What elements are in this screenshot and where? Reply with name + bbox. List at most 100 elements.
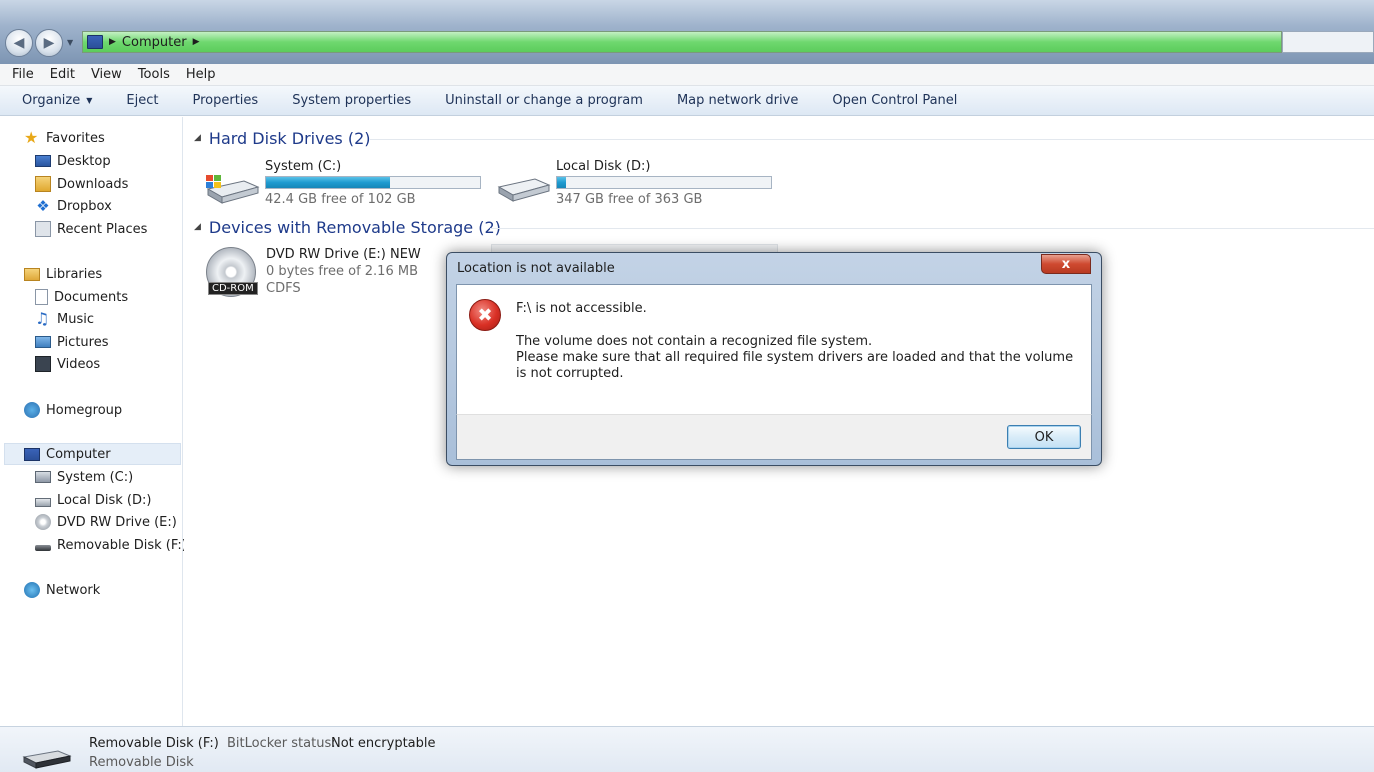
libraries-icon — [24, 267, 40, 281]
group-header-removable[interactable]: ◢ Devices with Removable Storage (2) — [194, 216, 501, 238]
collapse-triangle-icon[interactable]: ◢ — [194, 222, 201, 232]
map-network-drive-button[interactable]: Map network drive — [677, 93, 798, 108]
sidebar-label: Dropbox — [57, 198, 112, 214]
pictures-icon — [35, 336, 51, 348]
caret-down-icon: ▼ — [86, 96, 93, 105]
drive-tile-e[interactable]: CD-ROM DVD RW Drive (E:) NEW 0 bytes fre… — [204, 247, 444, 299]
dialog-footer: OK — [456, 414, 1092, 460]
computer-icon — [24, 447, 40, 461]
removable-disk-icon — [22, 750, 72, 769]
sidebar-label: Libraries — [46, 266, 103, 282]
navigation-pane: ★ Favorites Desktop Downloads ❖ Dropbox … — [0, 117, 187, 726]
drive-tile-d[interactable]: Local Disk (D:) 347 GB free of 363 GB — [495, 159, 775, 209]
sidebar-item-drive-f[interactable]: Removable Disk (F:) — [35, 535, 187, 555]
sidebar-label: Pictures — [57, 334, 109, 350]
cd-rom-badge: CD-ROM — [208, 282, 258, 295]
eject-button[interactable]: Eject — [126, 93, 158, 108]
hard-drive-icon — [497, 178, 551, 202]
sidebar-item-desktop[interactable]: Desktop — [35, 151, 111, 171]
windows-drive-icon — [35, 471, 51, 483]
forward-arrow-icon: ▶ — [43, 35, 55, 51]
uninstall-button[interactable]: Uninstall or change a program — [445, 93, 643, 108]
error-icon: ✖ — [469, 299, 501, 331]
menu-help[interactable]: Help — [186, 67, 216, 82]
removable-disk-icon — [35, 545, 51, 551]
sidebar-item-libraries[interactable]: Libraries — [24, 264, 102, 284]
system-properties-button[interactable]: System properties — [292, 93, 411, 108]
address-path[interactable]: Computer — [122, 35, 187, 50]
sidebar-item-documents[interactable]: Documents — [35, 287, 128, 307]
sidebar-item-drive-c[interactable]: System (C:) — [35, 467, 133, 487]
menu-view[interactable]: View — [91, 67, 122, 82]
group-header-hard-disks[interactable]: ◢ Hard Disk Drives (2) — [194, 127, 371, 149]
recent-pages-dropdown[interactable]: ▼ — [67, 38, 73, 47]
close-icon: x — [1061, 256, 1071, 272]
sidebar-label: Downloads — [57, 176, 129, 192]
group-title: Devices with Removable Storage (2) — [208, 217, 501, 237]
address-bar[interactable]: ▶ Computer ▶ — [82, 31, 1282, 53]
group-divider — [370, 139, 1374, 140]
bitlocker-label: BitLocker status: — [227, 736, 336, 751]
sidebar-item-dropbox[interactable]: ❖ Dropbox — [35, 196, 112, 216]
menu-bar: File Edit View Tools Help — [0, 64, 1374, 86]
open-control-panel-button[interactable]: Open Control Panel — [832, 93, 957, 108]
homegroup-icon — [24, 402, 40, 418]
collapse-triangle-icon[interactable]: ◢ — [194, 133, 201, 143]
error-detail-line: The volume does not contain a recognized… — [516, 334, 873, 349]
sidebar-label: Homegroup — [46, 402, 123, 418]
forward-button[interactable]: ▶ — [35, 29, 63, 57]
sidebar-item-downloads[interactable]: Downloads — [35, 174, 128, 194]
sidebar-item-homegroup[interactable]: Homegroup — [24, 400, 122, 420]
documents-icon — [35, 289, 48, 305]
menu-edit[interactable]: Edit — [50, 67, 75, 82]
sidebar-label: Removable Disk (F:) — [57, 537, 187, 553]
sidebar-label: Documents — [54, 289, 129, 305]
command-bar: Organize ▼ Eject Properties System proper… — [0, 86, 1374, 116]
sidebar-item-network[interactable]: Network — [24, 580, 100, 600]
hard-drive-icon — [35, 497, 51, 507]
chevron-right-icon[interactable]: ▶ — [109, 37, 116, 47]
desktop-icon — [35, 155, 51, 167]
back-button[interactable]: ◀ — [5, 29, 33, 57]
videos-icon — [35, 356, 51, 372]
close-button[interactable]: x — [1041, 254, 1091, 274]
bitlocker-value: Not encryptable — [331, 736, 436, 751]
downloads-folder-icon — [35, 176, 51, 192]
sidebar-item-pictures[interactable]: Pictures — [35, 332, 108, 352]
menu-file[interactable]: File — [12, 67, 34, 82]
chevron-right-icon[interactable]: ▶ — [193, 37, 200, 47]
sidebar-label: Music — [57, 311, 94, 327]
sidebar-label: Computer — [46, 446, 111, 462]
sidebar-item-drive-d[interactable]: Local Disk (D:) — [35, 490, 151, 510]
windows-hard-drive-icon — [206, 175, 260, 204]
menu-tools[interactable]: Tools — [138, 67, 170, 82]
back-arrow-icon: ◀ — [13, 35, 25, 51]
ok-button[interactable]: OK — [1007, 425, 1081, 449]
drive-name: System (C:) — [265, 159, 342, 174]
usage-bar — [265, 176, 481, 189]
sidebar-label: Videos — [57, 356, 101, 372]
properties-button[interactable]: Properties — [192, 93, 258, 108]
sidebar-item-favorites[interactable]: ★ Favorites — [24, 128, 105, 148]
organize-label: Organize — [22, 93, 81, 108]
drive-file-system: CDFS — [266, 281, 301, 296]
dialog-body: ✖ F:\ is not accessible. The volume does… — [456, 284, 1092, 414]
drive-tile-c[interactable]: System (C:) 42.4 GB free of 102 GB — [204, 159, 484, 209]
search-box[interactable] — [1282, 31, 1374, 53]
organize-button[interactable]: Organize ▼ — [22, 93, 92, 108]
details-item-type: Removable Disk — [89, 755, 194, 770]
sidebar-label: Favorites — [46, 130, 105, 146]
recent-places-icon — [35, 221, 51, 237]
star-icon: ★ — [24, 128, 39, 147]
drive-name: Local Disk (D:) — [556, 159, 651, 174]
sidebar-item-videos[interactable]: Videos — [35, 354, 100, 374]
sidebar-item-recent-places[interactable]: Recent Places — [35, 219, 147, 239]
sidebar-label: Desktop — [57, 153, 111, 169]
sidebar-item-computer[interactable]: Computer — [24, 444, 111, 464]
sidebar-item-music[interactable]: ♫ Music — [35, 309, 94, 329]
network-icon — [24, 582, 40, 598]
error-details: The volume does not contain a recognized… — [516, 334, 1076, 382]
sidebar-label: Recent Places — [57, 221, 148, 237]
sidebar-item-drive-e[interactable]: DVD RW Drive (E:) N — [35, 512, 181, 532]
sidebar-label: System (C:) — [57, 469, 134, 485]
